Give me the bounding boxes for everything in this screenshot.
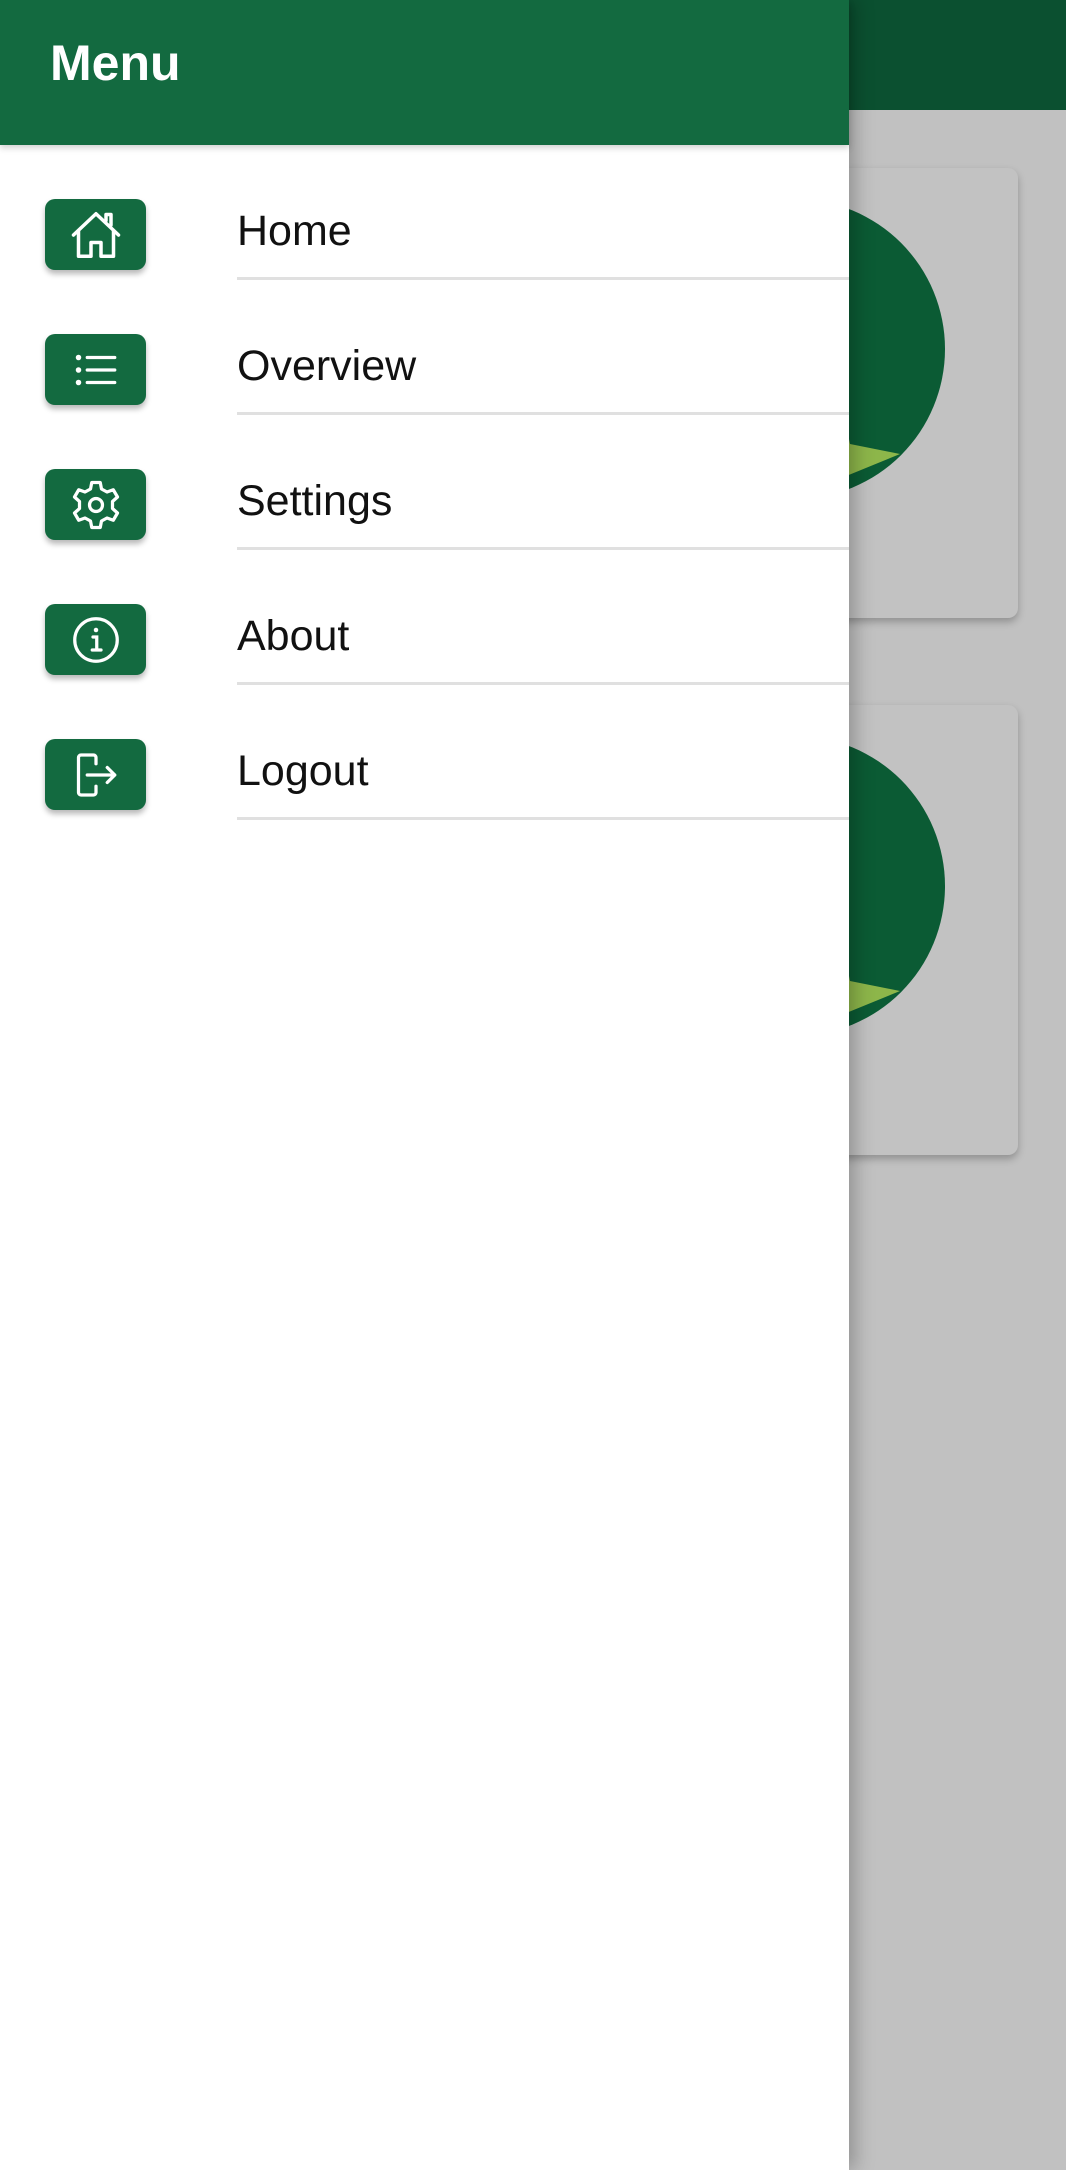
navigation-drawer: Menu Home Overview Settings About Logout xyxy=(0,0,849,2170)
menu-item-label: Logout xyxy=(237,747,369,795)
menu-item-settings[interactable]: Settings xyxy=(0,415,849,550)
drawer-title: Menu xyxy=(50,35,181,91)
menu-item-label: Overview xyxy=(237,342,417,390)
menu-item-label: About xyxy=(237,612,350,660)
menu-item-about[interactable]: About xyxy=(0,550,849,685)
logout-icon xyxy=(45,739,146,810)
info-icon xyxy=(45,604,146,675)
menu-item-label: Settings xyxy=(237,477,393,525)
menu-item-home[interactable]: Home xyxy=(0,145,849,280)
divider xyxy=(237,817,849,820)
menu-item-logout[interactable]: Logout xyxy=(0,685,849,820)
menu-item-overview[interactable]: Overview xyxy=(0,280,849,415)
menu-item-label: Home xyxy=(237,207,352,255)
drawer-header: Menu xyxy=(0,0,849,145)
gear-icon xyxy=(45,469,146,540)
drawer-menu: Home Overview Settings About Logout xyxy=(0,145,849,820)
list-icon xyxy=(45,334,146,405)
home-icon xyxy=(45,199,146,270)
